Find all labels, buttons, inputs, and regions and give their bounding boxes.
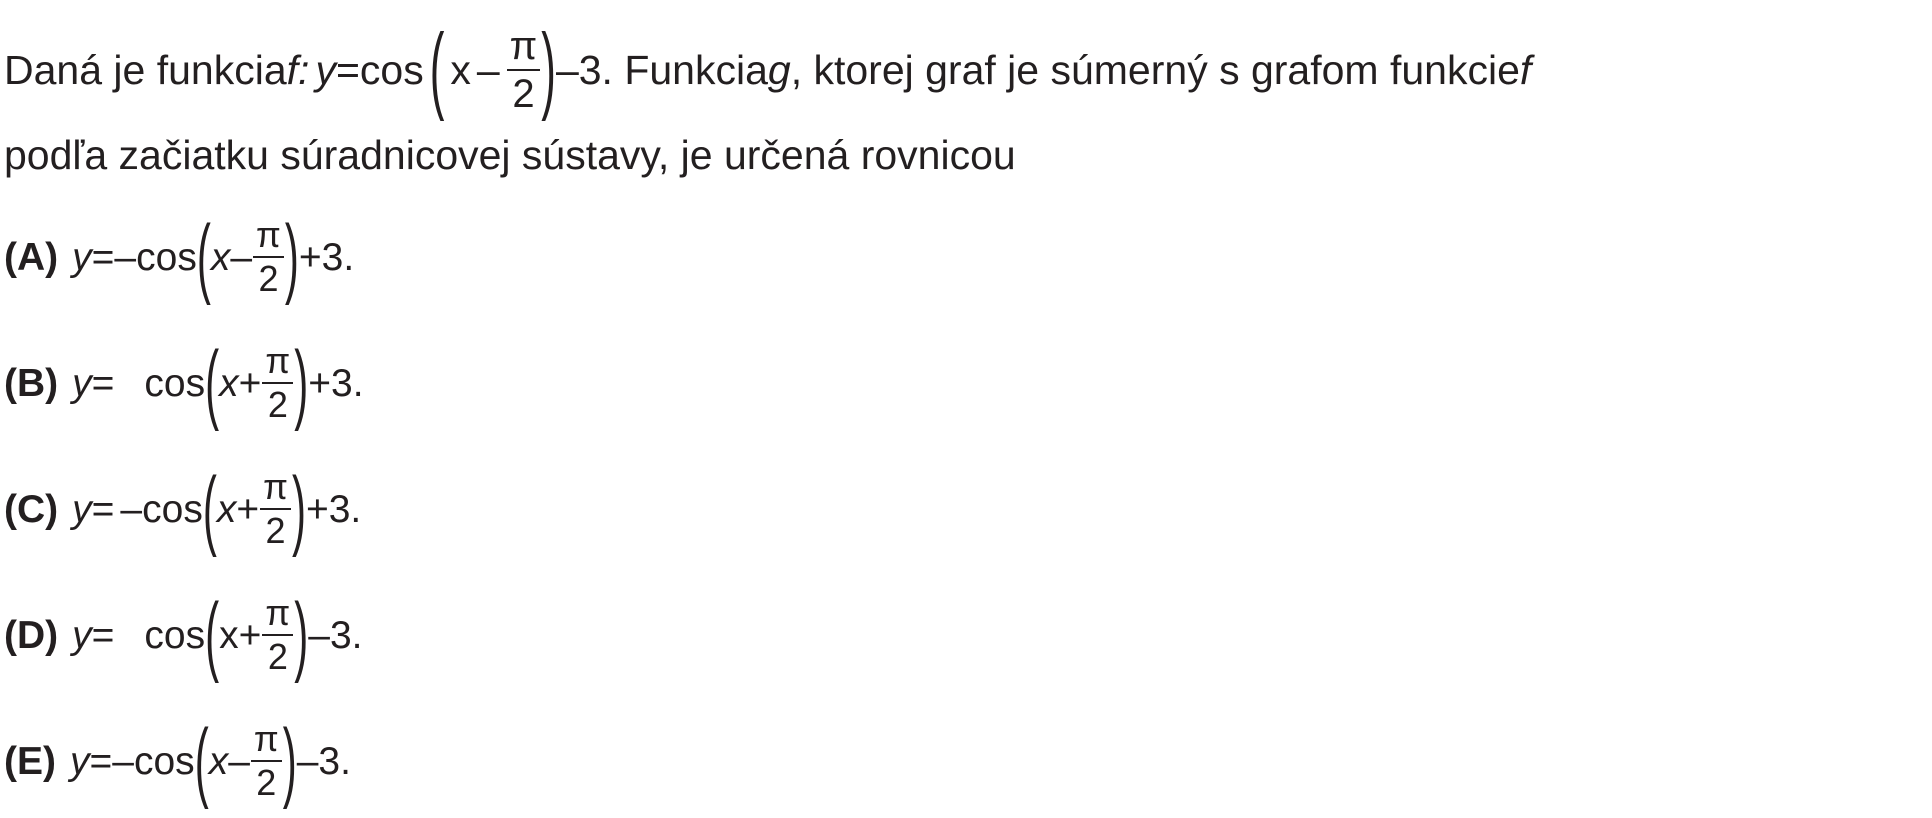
problem-line-2-text: podľa začiatku súradnicovej sústavy, je … [4,131,1016,178]
left-paren: ( [194,710,209,810]
function-cos: cos [359,46,424,93]
option-equals: = [89,739,113,783]
pi-over-two-fraction: π 2 [506,24,541,116]
option-label: (A) [4,235,59,279]
option-tail: –3. [308,613,363,657]
option-cos: cos [136,235,197,279]
option-y-var: y [72,613,92,657]
math-problem-document: Daná je funkcia f : y = cos ( x – π 2 ) … [0,0,1932,818]
option-tail: +3. [298,235,355,279]
option-sign: – [120,487,143,531]
option-cos: cos [144,361,206,405]
option-label: (E) [4,739,56,783]
fraction-denominator: 2 [256,762,277,803]
answer-option-d[interactable]: (D) y = cos ( x + π 2 ) –3. [4,590,362,680]
option-operator: – [228,739,250,783]
answer-option-c[interactable]: (C) y = – cos ( x + π 2 ) +3. [4,464,361,554]
option-label: (D) [4,613,59,657]
option-y-var: y [72,361,92,405]
fraction-numerator: π [256,214,281,255]
option-equals: = [91,361,115,405]
fraction-denominator: 2 [512,72,535,116]
pi-over-two-fraction: π 2 [253,217,284,297]
function-colon: : [298,46,310,93]
fraction-denominator: 2 [265,510,286,551]
right-paren: ) [294,332,309,432]
pi-over-two-fraction: π 2 [262,592,294,677]
function-equals: = [335,46,360,93]
answer-option-e[interactable]: (E) y = – cos ( x – π 2 ) –3. [4,716,351,806]
option-label: (B) [4,361,59,405]
pi-over-two-fraction: π 2 [250,718,282,803]
right-paren: ) [541,14,556,123]
function-y-var: y [315,46,336,93]
right-paren: ) [284,206,299,306]
problem-tail-text: –3. Funkcia [555,46,768,93]
fraction-denominator: 2 [267,384,288,425]
left-paren: ( [196,206,211,306]
left-paren: ( [205,332,220,432]
option-cos: cos [142,487,203,531]
function-f-name-2: f [1519,46,1532,93]
answer-option-b[interactable]: (B) y = cos ( x + π 2 ) +3. [4,338,364,428]
function-minus: – [476,46,500,93]
pi-over-two-fraction: π 2 [260,469,291,549]
fraction-numerator: π [265,592,291,633]
option-equals: = [91,487,115,531]
option-x-var: x [219,613,239,657]
option-cos: cos [133,739,195,783]
option-operator: + [236,487,260,531]
function-x-var: x [450,46,471,93]
option-tail: –3. [296,739,351,783]
option-operator: + [238,361,262,405]
option-cos: cos [144,613,206,657]
right-paren: ) [294,584,309,684]
function-f-name: f [286,46,299,93]
option-x-var: x [208,739,229,783]
option-x-var: x [216,487,237,531]
right-paren: ) [291,458,306,558]
answer-option-a[interactable]: (A) y = – cos ( x – π 2 ) +3. [4,212,354,302]
option-label: (C) [4,487,59,531]
option-y-var: y [70,739,90,783]
option-operator: + [238,613,262,657]
left-paren: ( [205,584,220,684]
pi-over-two-fraction: π 2 [262,340,294,425]
fraction-denominator: 2 [267,636,288,677]
option-y-var: y [72,235,92,279]
option-sign: – [112,739,134,783]
left-paren: ( [429,14,445,123]
option-tail: +3. [308,361,364,405]
fraction-denominator: 2 [258,258,279,299]
fraction-bar [506,69,541,71]
option-equals: = [91,613,115,657]
right-paren: ) [282,710,297,810]
problem-middle-text: , ktorej graf je súmerný s grafom funkci… [790,46,1520,93]
function-g-name: g [767,46,791,93]
option-tail: +3. [305,487,362,531]
option-x-var: x [219,361,239,405]
option-sign: – [114,235,137,279]
problem-statement-line-1: Daná je funkcia f : y = cos ( x – π 2 ) … [4,14,1532,123]
fraction-numerator: π [265,340,291,381]
left-paren: ( [202,458,217,558]
option-x-var: x [210,235,231,279]
fraction-numerator: π [263,466,288,507]
fraction-numerator: π [509,24,538,68]
fraction-numerator: π [253,718,279,759]
problem-intro-text: Daná je funkcia [4,46,287,93]
option-y-var: y [72,487,92,531]
option-operator: – [230,235,253,279]
option-equals: = [91,235,115,279]
problem-statement-line-2: podľa začiatku súradnicovej sústavy, je … [4,132,1016,178]
